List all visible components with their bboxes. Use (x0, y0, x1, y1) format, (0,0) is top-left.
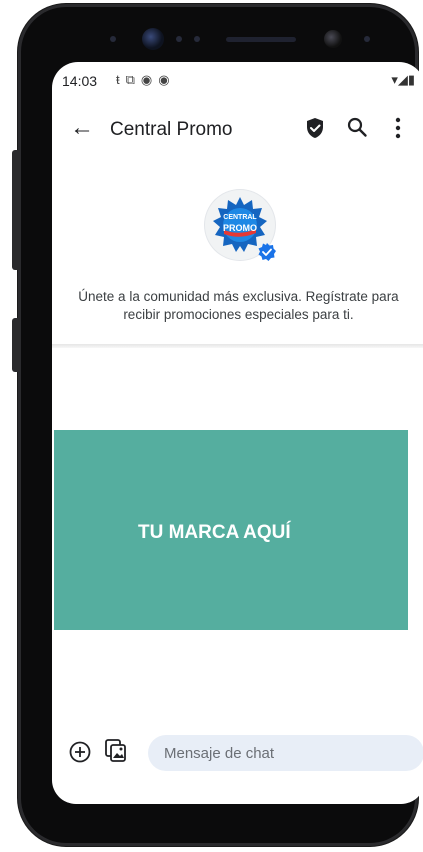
chat-message-input[interactable] (148, 735, 423, 771)
business-avatar[interactable]: CENTRAL PROMO (205, 190, 276, 261)
business-description: Únete a la comunidad más exclusiva. Regí… (78, 289, 399, 322)
chrome-icon: ◉ (140, 72, 159, 87)
conversation-title: Central Promo (110, 119, 233, 140)
search-icon[interactable] (346, 116, 368, 138)
sensor-dot (194, 36, 200, 42)
logo-wordmark: CENTRAL PROMO (205, 213, 275, 233)
status-time: 14:03 (62, 73, 98, 89)
status-bar: 14:03 ŧ⧉◉◉ ▾◢▮ (52, 62, 423, 98)
app-bar: ← Central Promo (52, 102, 423, 158)
teams-icon: ŧ (116, 72, 126, 87)
back-arrow-icon[interactable]: ← (70, 114, 94, 142)
battery-icon: ▮ (407, 72, 415, 87)
sensor-dot (176, 36, 182, 42)
status-system-icons: ▾◢▮ (391, 72, 415, 88)
gallery-icon[interactable] (104, 738, 128, 764)
top-bezel (44, 18, 423, 58)
sensor-dot (110, 36, 116, 42)
message-composer (52, 730, 423, 776)
logo-line1: CENTRAL (223, 214, 257, 221)
signal-icon: ◢ (397, 72, 408, 87)
power-button (12, 318, 20, 372)
earpiece-speaker (226, 37, 296, 42)
verified-shield-icon[interactable] (303, 116, 327, 140)
add-attachment-icon[interactable] (68, 740, 92, 764)
phone-frame: 14:03 ŧ⧉◉◉ ▾◢▮ ← Central Promo CENTRAL P… (18, 4, 423, 846)
screenshot-icon: ⧉ (125, 72, 141, 87)
verified-badge-icon (258, 243, 276, 261)
header-divider (52, 344, 423, 348)
front-camera-secondary (324, 30, 342, 48)
status-notification-icons: ŧ⧉◉◉ (116, 72, 176, 88)
volume-button (12, 150, 20, 270)
promo-banner[interactable]: TU MARCA AQUÍ (54, 430, 408, 630)
chrome-icon: ◉ (158, 72, 176, 87)
sensor-dot (364, 36, 370, 42)
banner-text: TU MARCA AQUÍ (138, 522, 291, 543)
phone-screen: 14:03 ŧ⧉◉◉ ▾◢▮ ← Central Promo CENTRAL P… (52, 62, 423, 804)
front-camera (142, 28, 164, 50)
logo-line2: PROMO (222, 223, 257, 233)
more-options-icon[interactable] (388, 114, 408, 142)
